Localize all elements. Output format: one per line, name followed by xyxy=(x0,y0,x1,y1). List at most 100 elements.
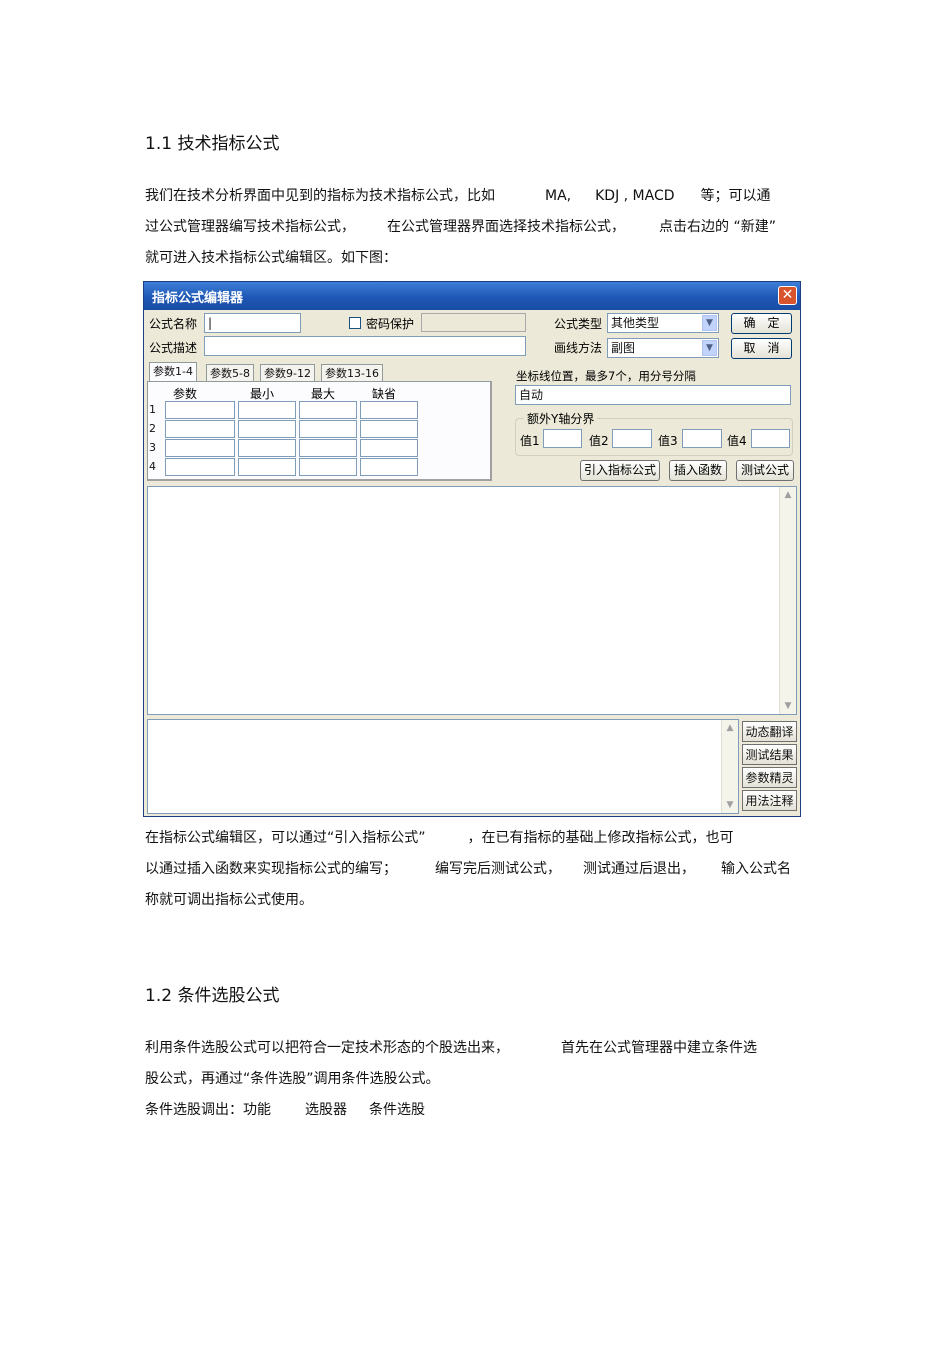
cancel-button[interactable]: 取 消 xyxy=(731,338,792,359)
draw-method-value: 副图 xyxy=(611,341,636,355)
value2-input[interactable] xyxy=(612,429,652,448)
paragraph-line: 以通过插入函数来实现指标公式的编写； 编写完后测试公式， 测试通过后退出， 输入公式名 xyxy=(145,859,791,879)
scroll-down-icon[interactable]: ▼ xyxy=(780,701,796,711)
text-run: 输入公式名 xyxy=(721,861,791,877)
param-default-input[interactable] xyxy=(360,401,418,419)
param-header: 最小 xyxy=(250,387,275,401)
close-icon[interactable]: ✕ xyxy=(778,286,797,305)
coord-line-label: 坐标线位置，最多7个，用分号分隔 xyxy=(516,369,696,383)
section-heading-2: 1.2 条件选股公式 xyxy=(145,986,280,1006)
param-max-input[interactable] xyxy=(299,458,357,476)
editor-scrollbar[interactable]: ▲ ▼ xyxy=(779,487,796,714)
text-run: 我们在技术分析界面中见到的指标为技术指标公式，比如 xyxy=(145,188,495,204)
value-label: 值1 xyxy=(520,434,540,448)
paragraph-line: 利用条件选股公式可以把符合一定技术形态的个股选出来， 首先在公式管理器中建立条件选 xyxy=(145,1038,757,1058)
text-run: 在指标公式编辑区，可以通过“引入指标公式” xyxy=(145,830,426,846)
formula-type-label: 公式类型 xyxy=(554,317,603,331)
param-min-input[interactable] xyxy=(238,420,296,438)
paragraph-line: 股公式，再通过“条件选股”调用条件选股公式。 xyxy=(145,1071,440,1087)
param-header: 最大 xyxy=(311,387,336,401)
test-formula-button[interactable]: 测试公式 xyxy=(736,460,794,481)
usage-notes-button[interactable]: 用法注释 xyxy=(742,790,797,811)
text-run: 条件选股 xyxy=(369,1102,425,1118)
draw-method-label: 画线方法 xyxy=(554,341,603,355)
value1-input[interactable] xyxy=(543,429,582,448)
value3-input[interactable] xyxy=(682,429,722,448)
password-label: 密码保护 xyxy=(366,317,415,331)
param-name-input[interactable] xyxy=(165,420,235,438)
scroll-down-icon[interactable]: ▼ xyxy=(722,800,738,810)
tab-params-13-16[interactable]: 参数13-16 xyxy=(321,364,383,382)
dialog-title: 指标公式编辑器 xyxy=(152,291,244,306)
param-name-input[interactable] xyxy=(165,439,235,457)
value4-input[interactable] xyxy=(751,429,790,448)
formula-desc-label: 公式描述 xyxy=(149,341,198,355)
formula-name-input[interactable]: | xyxy=(204,313,301,333)
formula-editor-dialog: 指标公式编辑器 ✕ 公式名称 | 密码保护 公式类型 其他类型 ▼ 确 定 公式… xyxy=(143,281,801,817)
formula-desc-input[interactable] xyxy=(204,336,526,356)
paragraph-line: 在指标公式编辑区，可以通过“引入指标公式” ，在已有指标的基础上修改指标公式，也可 xyxy=(145,828,734,848)
text-run: 在公式管理器界面选择技术指标公式， xyxy=(387,219,625,235)
param-max-input[interactable] xyxy=(299,420,357,438)
output-textarea[interactable]: ▲ ▼ xyxy=(147,719,739,814)
text-run: 编写完后测试公式， xyxy=(435,861,561,877)
coord-line-input[interactable]: 自动 xyxy=(515,385,791,405)
param-min-input[interactable] xyxy=(238,458,296,476)
insert-function-button[interactable]: 插入函数 xyxy=(669,460,727,481)
param-header: 缺省 xyxy=(372,387,397,401)
section-heading-1: 1.1 技术指标公式 xyxy=(145,134,280,154)
paragraph-line: 条件选股调出：功能 选股器 条件选股 xyxy=(145,1100,425,1120)
tab-params-1-4[interactable]: 参数1-4 xyxy=(149,362,197,382)
text-run: KDJ , MACD xyxy=(595,188,675,204)
scroll-up-icon[interactable]: ▲ xyxy=(780,490,796,500)
chevron-down-icon[interactable]: ▼ xyxy=(702,340,717,356)
param-max-input[interactable] xyxy=(299,401,357,419)
text-run: 过公式管理器编写技术指标公式， xyxy=(145,219,355,235)
text-run: 利用条件选股公式可以把符合一定技术形态的个股选出来， xyxy=(145,1040,509,1056)
formula-type-select[interactable]: 其他类型 ▼ xyxy=(607,313,719,333)
text-run: 条件选股调出：功能 xyxy=(145,1102,271,1118)
test-result-button[interactable]: 测试结果 xyxy=(742,744,797,765)
formula-editor-textarea[interactable]: ▲ ▼ xyxy=(147,486,797,715)
formula-type-value: 其他类型 xyxy=(611,316,660,330)
password-input xyxy=(421,313,526,332)
param-wizard-button[interactable]: 参数精灵 xyxy=(742,767,797,788)
value-label: 值4 xyxy=(727,434,747,448)
formula-name-label: 公式名称 xyxy=(149,317,198,331)
param-default-input[interactable] xyxy=(360,439,418,457)
paragraph-line: 称就可调出指标公式使用。 xyxy=(145,892,313,908)
text-run: MA, xyxy=(545,188,572,204)
param-row-number: 1 xyxy=(149,403,156,416)
param-min-input[interactable] xyxy=(238,439,296,457)
param-min-input[interactable] xyxy=(238,401,296,419)
param-name-input[interactable] xyxy=(165,458,235,476)
text-run: 测试通过后退出， xyxy=(583,861,695,877)
param-max-input[interactable] xyxy=(299,439,357,457)
paragraph-line: 就可进入技术指标公式编辑区。如下图： xyxy=(145,250,397,266)
param-row-number: 3 xyxy=(149,441,156,454)
dynamic-translate-button[interactable]: 动态翻译 xyxy=(742,721,797,742)
chevron-down-icon[interactable]: ▼ xyxy=(702,315,717,331)
value-label: 值3 xyxy=(658,434,678,448)
import-formula-button[interactable]: 引入指标公式 xyxy=(580,460,660,481)
scroll-up-icon[interactable]: ▲ xyxy=(722,723,738,733)
tab-params-9-12[interactable]: 参数9-12 xyxy=(260,364,315,382)
password-checkbox[interactable] xyxy=(349,317,361,329)
params-panel: 参数 最小 最大 缺省 1 2 3 4 xyxy=(147,381,492,481)
text-run: 以通过插入函数来实现指标公式的编写； xyxy=(145,861,397,877)
param-default-input[interactable] xyxy=(360,458,418,476)
param-name-input[interactable] xyxy=(165,401,235,419)
text-run: 首先在公式管理器中建立条件选 xyxy=(561,1040,757,1056)
tab-params-5-8[interactable]: 参数5-8 xyxy=(206,364,254,382)
text-run: 等；可以通 xyxy=(700,188,771,204)
paragraph-line: 我们在技术分析界面中见到的指标为技术指标公式，比如 MA, KDJ , MACD 等；… xyxy=(145,186,771,206)
yaxis-group-label: 额外Y轴分界 xyxy=(524,410,598,427)
output-scrollbar[interactable]: ▲ ▼ xyxy=(721,720,738,813)
title-bar[interactable]: 指标公式编辑器 ✕ xyxy=(144,282,800,310)
param-default-input[interactable] xyxy=(360,420,418,438)
text-run: ，在已有指标的基础上修改指标公式，也可 xyxy=(467,830,734,846)
text-run: 点击右边的 “新建” xyxy=(659,219,776,235)
draw-method-select[interactable]: 副图 ▼ xyxy=(607,338,719,358)
value-label: 值2 xyxy=(589,434,609,448)
ok-button[interactable]: 确 定 xyxy=(731,313,792,334)
